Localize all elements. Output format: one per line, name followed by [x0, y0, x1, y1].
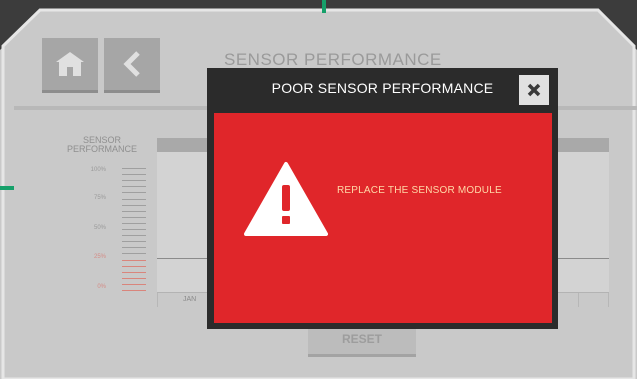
tick-label-100: 100% [90, 167, 106, 173]
chevron-left-icon [123, 51, 140, 77]
poor-sensor-dialog: POOR SENSOR PERFORMANCE REPLACE THE SENS… [207, 68, 558, 329]
back-button[interactable] [104, 38, 160, 93]
scale-tick-line [122, 229, 146, 230]
scale-tick-line [122, 290, 146, 291]
dialog-message: REPLACE THE SENSOR MODULE [337, 185, 502, 196]
scale-tick-line [122, 272, 146, 273]
scale-tick-line [122, 180, 146, 181]
scale-tick-line [122, 223, 146, 224]
scale-tick-line [122, 186, 146, 187]
dialog-body: REPLACE THE SENSOR MODULE [214, 113, 552, 323]
scale-tick-line [122, 253, 146, 254]
chart-column-divider [157, 293, 158, 307]
tick-label-50: 50% [93, 225, 106, 231]
home-button[interactable] [42, 38, 98, 93]
scale-tick-line [122, 235, 146, 236]
scale-tick-line [122, 192, 146, 193]
tick-label-0: 0% [97, 284, 106, 290]
scale-tick-line [122, 241, 146, 242]
month-label: JAN [183, 296, 197, 303]
chart-column-divider [578, 293, 579, 307]
scale-tick-line [122, 211, 146, 212]
dialog-title: POOR SENSOR PERFORMANCE [271, 80, 494, 96]
close-button[interactable] [519, 75, 549, 105]
scale-tick-line [122, 284, 146, 285]
scale-tick-line [122, 199, 146, 200]
scale-tick-line [122, 168, 146, 169]
tick-label-75: 75% [93, 195, 106, 201]
scale-tick-line [122, 217, 146, 218]
chart-column-divider [608, 293, 609, 307]
sensor-performance-label: SENSOR PERFORMANCE [66, 135, 137, 154]
tick-label-25: 25% [93, 254, 106, 260]
scale-tick-line [122, 174, 146, 175]
page-title: SENSOR PERFORMANCE [224, 50, 442, 69]
close-icon [527, 83, 541, 97]
scale-tick-line [122, 266, 146, 267]
scale-tick-line [122, 205, 146, 206]
scale-tick-line [122, 247, 146, 248]
scale-tick-line [122, 278, 146, 279]
scale-tick-line [122, 260, 146, 261]
home-icon [56, 52, 84, 76]
warning-triangle-icon [244, 162, 328, 236]
